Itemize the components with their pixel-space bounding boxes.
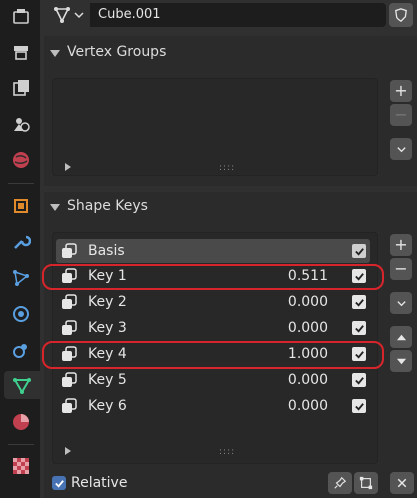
shape-key-icon [62, 320, 77, 335]
shape-key-row[interactable]: Key 3 0.000 [56, 316, 370, 340]
shape-key-icon [62, 294, 77, 309]
relative-label[interactable]: Relative [71, 474, 127, 492]
render-icon[interactable] [6, 38, 36, 66]
shape-key-name[interactable]: Key 3 [88, 316, 127, 340]
shape-key-row-basis[interactable]: Basis [56, 239, 370, 263]
add-vertex-group-button[interactable]: + [390, 80, 412, 102]
shape-key-value[interactable]: 0.000 [288, 394, 328, 418]
object-name-field[interactable]: Cube.001 [90, 3, 386, 27]
add-shape-key-button[interactable]: + [390, 234, 412, 256]
shape-key-value[interactable]: 0.000 [288, 290, 328, 314]
modifier-icon[interactable] [6, 228, 36, 256]
edit-mode-icon [359, 476, 373, 490]
highlight-annotation-key-1 [42, 264, 384, 290]
chevron-down-icon [396, 146, 406, 152]
checkmark-icon [354, 324, 364, 333]
vertex-group-specials-button[interactable] [390, 138, 412, 160]
properties-tab-bar [0, 0, 40, 498]
mesh-data-icon [54, 7, 84, 23]
filter-options-icon[interactable] [65, 447, 71, 455]
view-layer-icon[interactable] [6, 110, 36, 138]
filter-options-icon[interactable] [65, 163, 71, 171]
checkmark-icon [354, 298, 364, 307]
relative-checkbox[interactable] [52, 476, 66, 490]
shape-key-row[interactable]: Key 5 0.000 [56, 368, 370, 392]
fake-user-button[interactable] [389, 3, 413, 27]
remove-vertex-group-button[interactable]: − [390, 104, 412, 126]
shape-key-specials-button[interactable] [390, 292, 412, 314]
shape-key-name[interactable]: Key 6 [88, 394, 127, 418]
resize-grip[interactable]: :::: [219, 447, 235, 457]
shape-key-name[interactable]: Key 2 [88, 290, 127, 314]
shape-key-row[interactable]: Key 6 0.000 [56, 394, 370, 418]
shape-key-value[interactable]: 0.000 [288, 316, 328, 340]
shape-keys-title[interactable]: Shape Keys [67, 198, 148, 214]
highlight-annotation-key-4 [42, 341, 384, 369]
output-icon[interactable] [6, 74, 36, 102]
clear-shape-key-button[interactable] [390, 472, 414, 494]
shape-key-mute-checkbox[interactable] [352, 321, 366, 335]
world-icon[interactable] [6, 146, 36, 174]
pin-button[interactable] [328, 472, 352, 494]
chevron-down-icon [74, 12, 84, 19]
data-icon[interactable] [4, 371, 40, 399]
shape-key-icon [62, 398, 77, 413]
edit-mode-button[interactable] [354, 472, 378, 494]
triangle-up-icon [396, 334, 406, 340]
pin-icon [334, 476, 347, 489]
shape-key-row[interactable]: Key 2 0.000 [56, 290, 370, 314]
shape-key-mute-checkbox[interactable] [352, 295, 366, 309]
tool-icon[interactable] [6, 2, 36, 30]
shape-key-value[interactable]: 0.000 [288, 368, 328, 392]
particles-icon[interactable] [6, 264, 36, 292]
shape-key-mute-checkbox[interactable] [352, 373, 366, 387]
vertex-groups-list[interactable] [52, 78, 378, 176]
collapse-arrow-icon[interactable] [50, 50, 60, 57]
shape-key-mute-checkbox[interactable] [352, 399, 366, 413]
triangle-down-icon [396, 358, 406, 364]
shield-icon [395, 8, 407, 22]
move-down-button[interactable] [390, 350, 412, 372]
checkmark-icon [54, 479, 64, 488]
shape-key-name[interactable]: Basis [88, 239, 125, 263]
checkmark-icon [354, 402, 364, 411]
constraints-icon[interactable] [6, 336, 36, 364]
shape-key-icon [62, 243, 77, 258]
remove-shape-key-button[interactable]: − [390, 258, 412, 280]
object-icon[interactable] [6, 192, 36, 220]
texture-icon[interactable] [6, 452, 36, 480]
shape-key-mute-checkbox[interactable] [352, 244, 366, 258]
physics-icon[interactable] [6, 300, 36, 328]
shape-key-name[interactable]: Key 5 [88, 368, 127, 392]
checkmark-icon [354, 247, 364, 256]
collapse-arrow-icon[interactable] [50, 204, 60, 211]
close-icon [397, 478, 407, 488]
shape-key-icon [62, 372, 77, 387]
material-icon[interactable] [6, 408, 36, 436]
chevron-down-icon [396, 300, 406, 306]
vertex-groups-title[interactable]: Vertex Groups [67, 44, 166, 60]
resize-grip[interactable]: :::: [219, 163, 235, 173]
move-up-button[interactable] [390, 326, 412, 348]
mesh-data-selector[interactable] [50, 3, 90, 27]
checkmark-icon [354, 376, 364, 385]
